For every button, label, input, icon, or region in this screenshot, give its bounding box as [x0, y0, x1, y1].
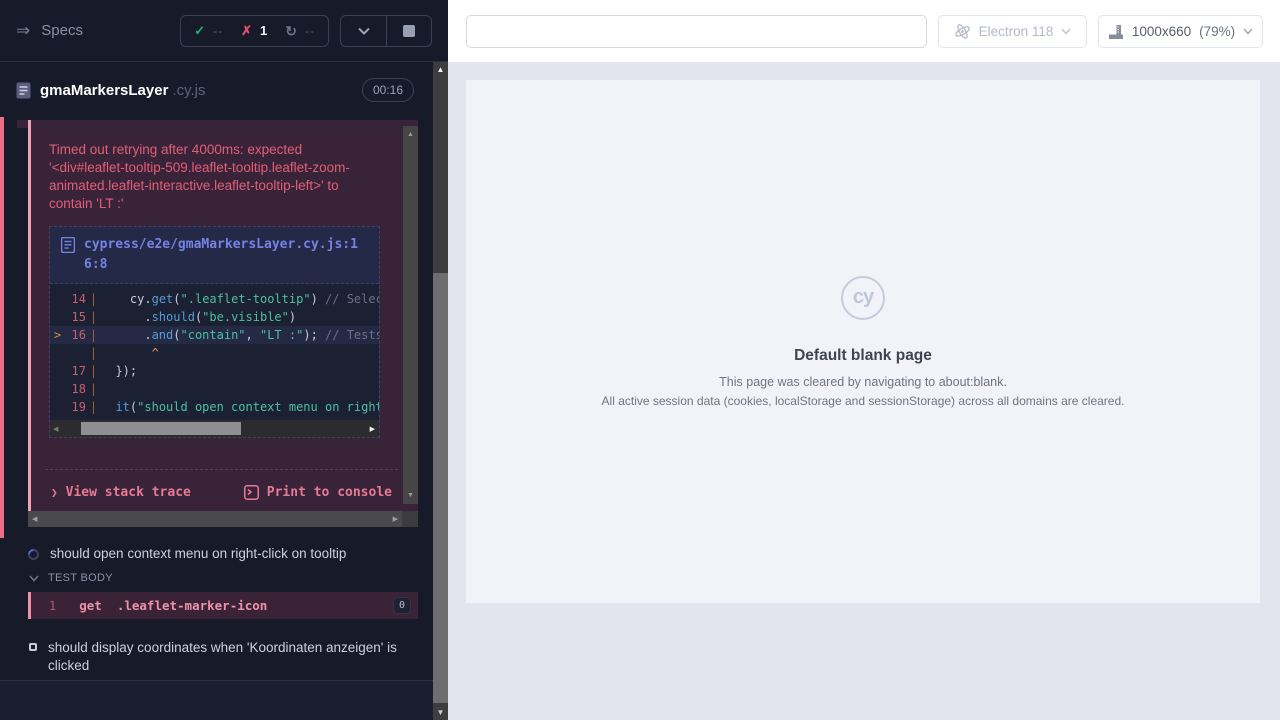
pending-square-icon	[29, 643, 37, 651]
command-number: 1	[49, 599, 56, 613]
spec-file-icon	[16, 82, 31, 99]
reporter-bottom-area	[0, 680, 433, 720]
chevron-down-icon	[358, 27, 370, 35]
code-frame-file-link[interactable]: cypress/e2e/gmaMarkersLayer.cy.js:16:8	[84, 235, 368, 275]
scroll-left-arrow-icon[interactable]: ◀	[53, 425, 58, 433]
attempt-block-top	[17, 120, 28, 128]
chevron-down-icon	[1243, 28, 1253, 35]
running-spinner-icon	[26, 546, 41, 561]
view-stack-trace-label: View stack trace	[66, 485, 191, 500]
reporter-header: ⇒ Specs ✓ -- ✗ 1 ↻ --	[0, 0, 448, 62]
reporter-scrollbar-thumb[interactable]	[433, 273, 448, 703]
url-input[interactable]	[466, 15, 927, 48]
code-scrollbar-thumb[interactable]	[81, 422, 241, 435]
specs-title: Specs	[41, 22, 83, 39]
scroll-right-arrow-icon[interactable]: ▶	[393, 515, 398, 523]
specs-list-toggle-icon[interactable]: ⇒	[16, 22, 30, 39]
command-message: .leaflet-marker-icon	[117, 598, 268, 613]
spec-name: gmaMarkersLayer	[40, 82, 168, 99]
spec-extension: .cy.js	[172, 82, 205, 99]
stop-run-button[interactable]	[386, 16, 431, 46]
running-test-title: should open context menu on right-click …	[50, 545, 346, 563]
test-error-panel: Timed out retrying after 4000ms: expecte…	[28, 120, 418, 511]
command-retry-badge: 0	[393, 597, 411, 614]
electron-atom-icon	[954, 23, 971, 40]
error-actions: ❯ View stack trace Print to console	[45, 469, 398, 500]
code-horizontal-scrollbar[interactable]: ◀ ▶	[50, 420, 379, 437]
code-line: 14| cy.get(".leaflet-tooltip") // Select	[50, 290, 379, 308]
view-stack-trace-link[interactable]: ❯ View stack trace	[51, 485, 191, 500]
code-frame-header[interactable]: cypress/e2e/gmaMarkersLayer.cy.js:16:8	[50, 227, 379, 284]
spec-row[interactable]: gmaMarkersLayer .cy.js 00:16	[0, 63, 448, 117]
code-line: 15| .should("be.visible")	[50, 308, 379, 326]
chevron-down-icon	[29, 575, 39, 582]
failed-x-icon: ✗	[241, 24, 252, 37]
browser-pane: Electron 118 1000x660 (79%) cy Default b…	[448, 0, 1280, 720]
scrollbar-corner	[402, 511, 418, 527]
code-line: 17| });	[50, 362, 379, 380]
running-test-row[interactable]: should open context menu on right-click …	[28, 544, 418, 564]
code-line: 18|	[50, 380, 379, 398]
viewport-size: 1000x660	[1132, 24, 1191, 39]
blank-page-line2: All active session data (cookies, localS…	[602, 394, 1125, 408]
console-icon	[244, 485, 259, 500]
stop-icon	[403, 25, 415, 37]
app-under-test-frame: cy Default blank page This page was clea…	[466, 80, 1260, 603]
error-code-frame: cypress/e2e/gmaMarkersLayer.cy.js:16:8 1…	[49, 226, 380, 438]
passed-check-icon: ✓	[194, 24, 205, 37]
print-to-console-label: Print to console	[267, 485, 392, 500]
cypress-reporter-sidebar: ⇒ Specs ✓ -- ✗ 1 ↻ -- gmaMarker	[0, 0, 448, 720]
print-to-console-link[interactable]: Print to console	[244, 485, 392, 500]
error-message: Timed out retrying after 4000ms: expecte…	[49, 141, 365, 213]
test-body-toggle[interactable]: TEST BODY	[29, 572, 113, 584]
cypress-logo: cy	[841, 276, 885, 320]
error-vertical-scrollbar[interactable]: ▲ ▼	[403, 126, 418, 504]
code-snippet: 14| cy.get(".leaflet-tooltip") // Select…	[50, 284, 379, 420]
pending-test-title: should display coordinates when 'Koordin…	[48, 639, 401, 675]
test-stats: ✓ -- ✗ 1 ↻ --	[180, 15, 329, 47]
error-panel-horizontal-scrollbar[interactable]: ◀ ▶	[28, 511, 418, 527]
blank-page-line1: This page was cleared by navigating to a…	[719, 375, 1007, 389]
browser-name: Electron 118	[979, 24, 1054, 39]
stack-chevron-icon: ❯	[51, 486, 58, 499]
browser-select-button[interactable]: Electron 118	[938, 15, 1087, 48]
scroll-up-arrow-icon[interactable]: ▲	[433, 65, 448, 74]
code-line: | ^	[50, 344, 379, 362]
code-line: >16| .and("contain", "LT :"); // Tests	[50, 326, 379, 344]
passed-count: --	[213, 24, 223, 38]
failed-count: 1	[260, 23, 267, 38]
command-name: get	[79, 598, 102, 613]
pending-count: --	[305, 24, 315, 38]
collapse-all-button[interactable]	[341, 16, 386, 46]
cypress-logo-text: cy	[853, 286, 873, 309]
scroll-right-arrow-icon[interactable]: ▶	[370, 425, 375, 433]
chevron-down-icon	[1061, 28, 1071, 35]
file-icon	[61, 237, 75, 253]
browser-topbar: Electron 118 1000x660 (79%)	[448, 0, 1280, 63]
reporter-scrollbar[interactable]: ▲ ▼	[433, 62, 448, 720]
command-log-row[interactable]: 1 get .leaflet-marker-icon 0	[28, 592, 418, 619]
spec-timer-badge: 00:16	[362, 78, 414, 102]
viewport-size-button[interactable]: 1000x660 (79%)	[1098, 15, 1263, 48]
scroll-up-arrow-icon[interactable]: ▲	[403, 131, 418, 138]
test-body-label: TEST BODY	[48, 572, 113, 584]
ruler-icon	[1108, 24, 1124, 40]
scroll-down-arrow-icon[interactable]: ▼	[433, 708, 448, 717]
failed-test-gutter-bar	[0, 117, 4, 538]
pending-test-row[interactable]: should display coordinates when 'Koordin…	[29, 639, 401, 675]
viewport-zoom: (79%)	[1199, 24, 1235, 39]
runner-controls	[340, 15, 432, 47]
pending-restart-icon: ↻	[285, 24, 297, 38]
code-line: 19| it("should open context menu on righ…	[50, 398, 379, 416]
scroll-left-arrow-icon[interactable]: ◀	[32, 515, 37, 523]
scroll-down-arrow-icon[interactable]: ▼	[403, 492, 418, 499]
blank-page-title: Default blank page	[794, 347, 932, 365]
